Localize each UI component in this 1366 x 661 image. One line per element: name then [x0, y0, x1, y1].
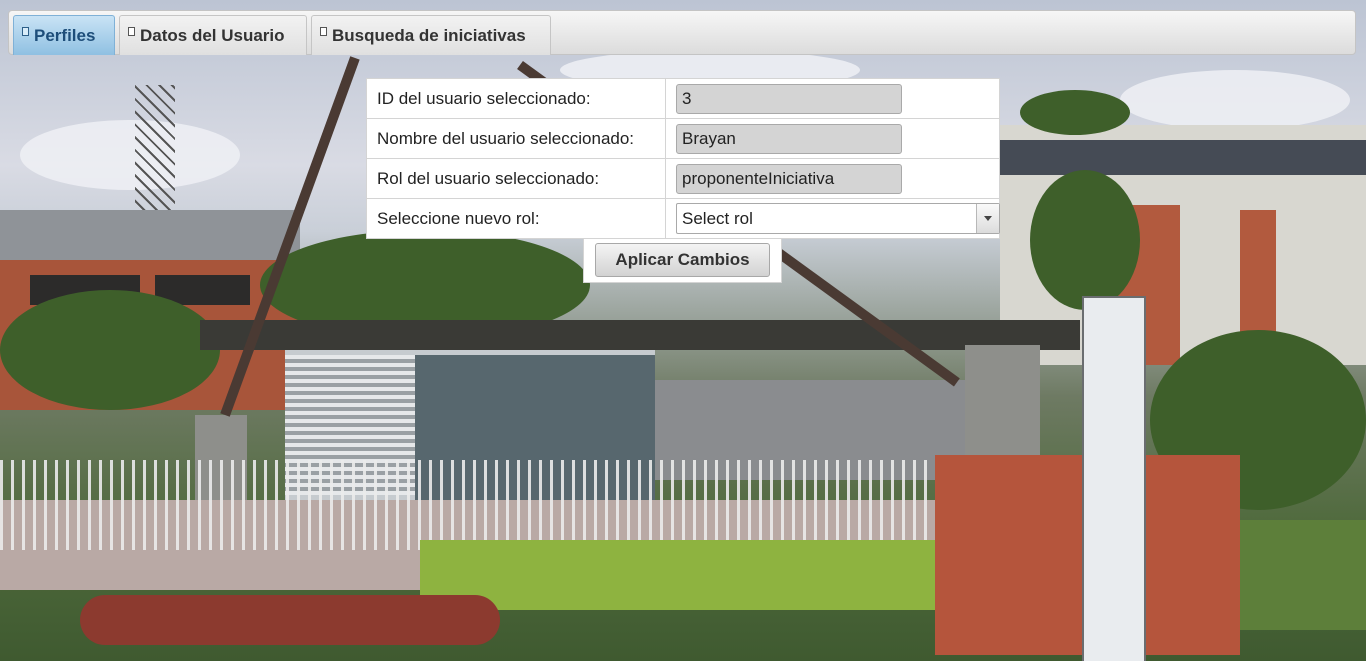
tab-label: Busqueda de iniciativas — [332, 25, 526, 45]
tab-bar: Perfiles Datos del Usuario Busqueda de i… — [8, 10, 1356, 55]
form-row-new-role: Seleccione nuevo rol: Select rol — [366, 198, 1000, 239]
new-role-label: Seleccione nuevo rol: — [366, 198, 666, 239]
name-label: Nombre del usuario seleccionado: — [366, 118, 666, 159]
apply-changes-button[interactable]: Aplicar Cambios — [595, 243, 770, 277]
role-label: Rol del usuario seleccionado: — [366, 158, 666, 199]
perimeter-fence — [0, 460, 930, 550]
form-row-name: Nombre del usuario seleccionado: Brayan — [366, 118, 1000, 159]
new-role-select-value: Select rol — [682, 209, 753, 228]
apply-button-container: Aplicar Cambios — [583, 239, 782, 283]
institution-sign — [1082, 296, 1146, 661]
user-role-field[interactable]: proponenteIniciativa — [676, 163, 902, 194]
document-icon — [320, 27, 327, 36]
tab-perfiles[interactable]: Perfiles — [13, 15, 115, 55]
tab-label: Perfiles — [34, 25, 96, 45]
document-icon — [128, 27, 135, 36]
document-icon — [22, 27, 29, 36]
tab-datos-del-usuario[interactable]: Datos del Usuario — [119, 15, 307, 55]
new-role-select[interactable]: Select rol — [676, 203, 1000, 234]
chevron-down-icon[interactable] — [976, 204, 999, 233]
tab-busqueda-de-iniciativas[interactable]: Busqueda de iniciativas — [311, 15, 551, 55]
power-tower — [135, 85, 175, 215]
user-id-field[interactable]: 3 — [676, 83, 902, 114]
user-role-form: ID del usuario seleccionado: 3 Nombre de… — [366, 78, 1000, 239]
user-name-field[interactable]: Brayan — [676, 123, 902, 154]
gate-canopy — [200, 320, 1080, 350]
form-row-role: Rol del usuario seleccionado: proponente… — [366, 158, 1000, 199]
form-row-id: ID del usuario seleccionado: 3 — [366, 78, 1000, 119]
tab-label: Datos del Usuario — [140, 25, 285, 45]
id-label: ID del usuario seleccionado: — [366, 78, 666, 119]
